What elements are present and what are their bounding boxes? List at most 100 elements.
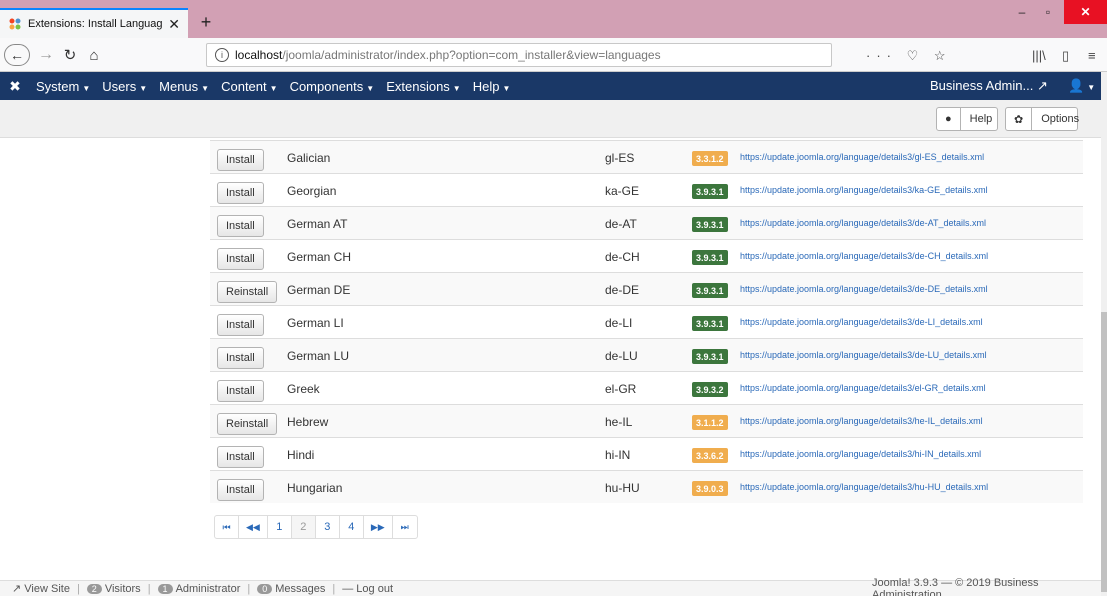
prev-page-icon[interactable]: ◀◀ [239,516,268,538]
minimize-button[interactable]: – [1010,0,1034,24]
table-row: Install German AT de-AT 3.9.3.1 https://upda… [210,206,1083,239]
separator: | [147,582,151,595]
language-name: German LU [287,349,350,363]
user-menu[interactable]: 👤 ▼ [1068,78,1095,94]
forward-icon[interactable]: → [36,44,56,66]
language-name: German LI [287,316,344,330]
first-page-icon[interactable]: ⏮ [215,516,239,538]
install-button[interactable]: Install [217,248,264,270]
details-url-link[interactable]: https://update.joomla.org/language/detai… [740,251,988,261]
install-button[interactable]: Install [217,182,264,204]
language-name: German CH [287,250,352,264]
hamburger-menu-icon[interactable]: ≡ [1088,48,1096,63]
details-url-link[interactable]: https://update.joomla.org/language/detai… [740,284,988,294]
install-button[interactable]: Install [217,347,264,369]
menu-system[interactable]: System ▼ [30,79,96,94]
install-button[interactable]: Install [217,149,264,171]
language-name: German DE [287,283,351,297]
caret-down-icon: ▼ [269,83,278,93]
install-button[interactable]: Install [217,380,264,402]
details-url-link[interactable]: https://update.joomla.org/language/detai… [740,449,981,459]
details-url-link[interactable]: https://update.joomla.org/language/detai… [740,350,987,360]
reinstall-button[interactable]: Reinstall [217,413,278,435]
page-actions-icons[interactable]: ··· ♡ ☆ [866,48,952,64]
menu-components[interactable]: Components ▼ [284,79,381,94]
table-row: Install German LU de-LU 3.9.3.1 https://upda… [210,338,1083,371]
visitors-link[interactable]: 2 Visitors [86,583,141,595]
separator: | [247,582,251,595]
external-link-icon: ↗ [12,583,22,595]
messages-link[interactable]: 0 Messages [257,583,325,595]
toolbar: ● Help ✿ Options [0,100,1101,138]
page-scrollbar[interactable] [1101,72,1107,596]
tab-close-icon[interactable]: ✕ [168,16,180,33]
install-button[interactable]: Install [217,215,264,237]
page-2-button: 2 [291,516,316,538]
new-tab-button[interactable]: + [196,12,216,33]
install-button[interactable]: Install [217,446,264,468]
separator: | [332,582,336,595]
scrollbar-thumb[interactable] [1101,312,1107,592]
options-button[interactable]: ✿ Options [1005,107,1079,131]
install-button[interactable]: Install [217,314,264,336]
url-bar[interactable]: i localhost/joomla/administrator/index.p… [206,43,832,67]
caret-down-icon: ▼ [452,83,461,93]
menu-content[interactable]: Content ▼ [215,79,283,94]
pagination: ⏮ ◀◀ 1 2 3 4 ▶▶ ⏭ [214,515,418,539]
home-icon[interactable]: ⌂ [84,44,104,66]
help-button[interactable]: ● Help [936,107,998,131]
table-row: Install German LI de-LI 3.9.3.1 https://upda… [210,305,1083,338]
page-4-button[interactable]: 4 [340,516,364,538]
logout-link[interactable]: — Log out [342,583,393,595]
language-name: Galician [287,151,331,165]
language-name: Hungarian [287,481,343,495]
details-url-link[interactable]: https://update.joomla.org/language/detai… [740,383,986,393]
sidebar-icon[interactable]: ▯ [1062,48,1069,64]
caret-down-icon: ▼ [366,83,375,93]
menu-users[interactable]: Users ▼ [96,79,153,94]
messages-badge: 0 [257,583,273,594]
caret-down-icon: ▼ [139,83,148,93]
version-badge: 3.9.3.1 [692,184,728,199]
maximize-button[interactable]: ▫ [1036,0,1060,24]
reinstall-button[interactable]: Reinstall [217,281,278,303]
table-row: Install Hindi hi-IN 3.3.6.2 https://update.j… [210,437,1083,470]
language-tag: ka-GE [605,184,640,198]
details-url-link[interactable]: https://update.joomla.org/language/detai… [740,152,984,162]
details-url-link[interactable]: https://update.joomla.org/language/detai… [740,482,988,492]
details-url-link[interactable]: https://update.joomla.org/language/detai… [740,416,983,426]
external-link-icon: ↗ [1036,78,1048,93]
language-tag: hu-HU [605,481,640,495]
page-1-button[interactable]: 1 [268,516,292,538]
administrator-link[interactable]: 1 Administrator [157,583,240,595]
version-badge: 3.9.3.1 [692,217,728,232]
details-url-link[interactable]: https://update.joomla.org/language/detai… [740,218,986,228]
back-icon[interactable]: ← [4,44,30,66]
details-url-link[interactable]: https://update.joomla.org/language/detai… [740,185,988,195]
last-page-icon[interactable]: ⏭ [393,516,417,538]
joomla-logo-icon[interactable]: ✖ [0,78,30,95]
page-3-button[interactable]: 3 [316,516,340,538]
install-button[interactable]: Install [217,479,264,501]
language-tag: de-LI [605,316,633,330]
version-badge: 3.3.1.2 [692,151,728,166]
version-badge: 3.9.3.1 [692,250,728,265]
menu-menus[interactable]: Menus ▼ [153,79,215,94]
next-page-icon[interactable]: ▶▶ [364,516,393,538]
library-icon[interactable]: |||\ [1032,48,1046,63]
version-badge: 3.9.3.2 [692,382,728,397]
close-window-button[interactable]: ✕ [1064,0,1107,24]
language-name: Georgian [287,184,337,198]
site-link[interactable]: Business Admin... ↗ [930,78,1048,94]
table-row: Reinstall German DE de-DE 3.9.3.1 https://up… [210,272,1083,305]
view-site-link[interactable]: ↗ View Site [12,582,70,595]
url-path: /joomla/administrator/index.php?option=c… [282,48,661,62]
menu-help[interactable]: Help ▼ [467,79,517,94]
reload-icon[interactable]: ↻ [60,44,80,66]
language-tag: de-DE [605,283,640,297]
browser-tab[interactable]: Extensions: Install Languages - ✕ [0,8,188,38]
details-url-link[interactable]: https://update.joomla.org/language/detai… [740,317,983,327]
menu-extensions[interactable]: Extensions ▼ [380,79,467,94]
tab-title: Extensions: Install Languages - [28,18,163,30]
info-icon[interactable]: i [215,48,229,62]
